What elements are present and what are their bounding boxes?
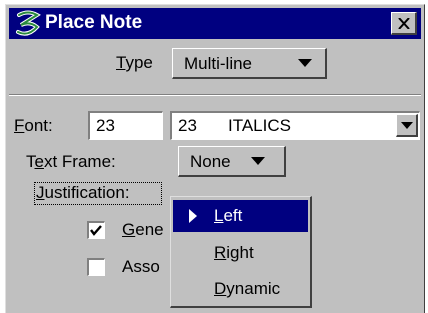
generate-checkbox-label: Gene: [122, 220, 164, 239]
menu-item-left[interactable]: Left: [173, 200, 308, 232]
chevron-down-icon: [401, 122, 413, 129]
menu-item-dynamic-label: Dynamic: [214, 279, 281, 298]
microstation-logo-icon: [16, 10, 41, 36]
generate-checkbox[interactable]: [87, 221, 105, 239]
text-frame-value: None: [190, 152, 231, 171]
chevron-down-icon: [298, 59, 312, 67]
close-button[interactable]: [391, 12, 417, 35]
chevron-down-icon: [251, 157, 265, 165]
font-name-combobox[interactable]: 23 ITALICS: [170, 111, 420, 140]
font-label: Font:: [14, 116, 53, 135]
justification-menu: Left Right Dynamic: [170, 196, 312, 308]
triangle-right-icon: [189, 209, 197, 223]
menu-item-right[interactable]: Right: [173, 237, 308, 269]
type-label: Type: [116, 53, 153, 72]
window-title: Place Note: [45, 12, 143, 33]
text-frame-dropdown[interactable]: None: [178, 146, 286, 177]
justification-label: Justification:: [36, 183, 130, 202]
type-value: Multi-line: [184, 54, 253, 73]
type-dropdown[interactable]: Multi-line: [172, 48, 327, 79]
font-name-text: ITALICS: [228, 116, 291, 135]
font-dropdown-button[interactable]: [396, 114, 418, 137]
associate-checkbox[interactable]: [87, 258, 105, 276]
associate-checkbox-label: Asso: [122, 257, 160, 276]
checkmark-icon: [90, 225, 102, 236]
menu-item-right-label: Right: [214, 243, 254, 262]
menu-item-left-label: Left: [214, 206, 243, 225]
menu-item-dynamic[interactable]: Dynamic: [173, 273, 308, 305]
font-number-text: 23: [178, 116, 197, 135]
separator-highlight: [9, 95, 421, 96]
font-number-input[interactable]: 23: [88, 111, 163, 140]
text-frame-label: Text Frame:: [26, 152, 116, 171]
title-bar[interactable]: Place Note: [9, 8, 421, 39]
close-icon: [397, 17, 410, 29]
